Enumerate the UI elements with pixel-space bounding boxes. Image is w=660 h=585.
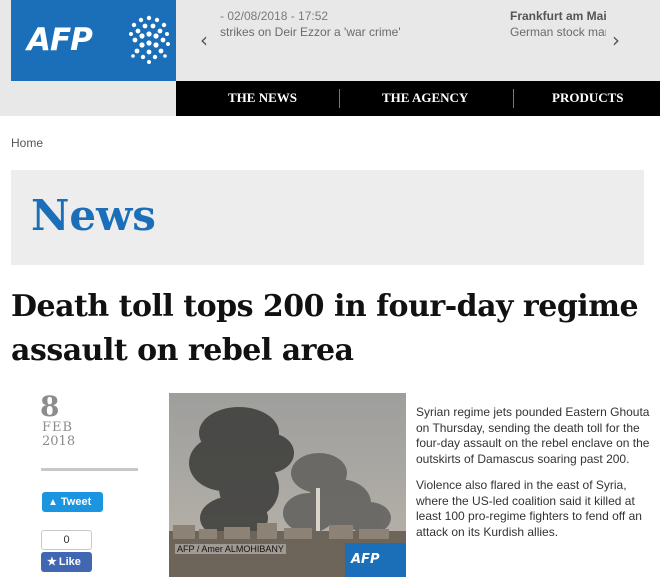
site-header: AFP ‹ - 02/08/2018 - 17:52 strikes on De… bbox=[0, 0, 660, 116]
article-photo[interactable]: AFP / Amer ALMOHIBANY AFP bbox=[169, 393, 406, 577]
nav-divider bbox=[339, 89, 340, 108]
ticker-item-text: German stock mar bbox=[510, 25, 606, 39]
thumbs-up-icon: ★ bbox=[47, 556, 57, 568]
photo-afp-logo: AFP bbox=[345, 543, 406, 577]
facebook-like-widget[interactable]: 0 ★ Like bbox=[41, 530, 92, 572]
nav-divider bbox=[513, 89, 514, 108]
article-paragraph: Syrian regime jets pounded Eastern Ghout… bbox=[416, 405, 650, 466]
article-headline: Death toll tops 200 in four-day regime a… bbox=[11, 289, 639, 368]
article-paragraph: Violence also flared in the east of Syri… bbox=[416, 478, 642, 539]
date-month: FEB bbox=[42, 420, 74, 435]
date-year: 2018 bbox=[42, 434, 76, 449]
date-divider bbox=[41, 468, 138, 471]
like-label: Like bbox=[58, 556, 81, 568]
tweet-label: Tweet bbox=[60, 496, 92, 508]
nav-item-the-agency[interactable]: THE AGENCY bbox=[382, 81, 468, 116]
afp-logo[interactable]: AFP bbox=[11, 0, 176, 81]
section-title: News bbox=[31, 191, 156, 240]
date-day: 8 bbox=[40, 390, 60, 423]
news-ticker: ‹ - 02/08/2018 - 17:52 strikes on Deir E… bbox=[176, 0, 636, 81]
ticker-item[interactable]: Frankfurt am Mai German stock mar bbox=[510, 8, 606, 40]
ticker-item-text: strikes on Deir Ezzor a 'war crime' bbox=[220, 25, 401, 39]
section-banner: News bbox=[11, 170, 644, 265]
twitter-bird-icon: ▲ bbox=[48, 497, 58, 508]
main-nav: THE NEWS THE AGENCY PRODUCTS bbox=[176, 81, 660, 116]
tweet-button[interactable]: ▲ Tweet bbox=[42, 492, 103, 512]
photo-logo-text: AFP bbox=[351, 552, 380, 567]
article-body: Syrian regime jets pounded Eastern Ghout… bbox=[416, 405, 651, 551]
chevron-left-icon[interactable]: ‹ bbox=[200, 28, 208, 52]
photo-credit: AFP / Amer ALMOHIBANY bbox=[175, 544, 286, 554]
chevron-right-icon[interactable]: › bbox=[612, 28, 620, 52]
afp-globe-icon bbox=[129, 15, 170, 64]
logo-text: AFP bbox=[27, 22, 93, 58]
ticker-item-date: - 02/08/2018 - 17:52 bbox=[220, 9, 329, 23]
breadcrumb-home[interactable]: Home bbox=[11, 136, 43, 150]
nav-item-products[interactable]: PRODUCTS bbox=[552, 81, 624, 116]
like-button[interactable]: ★ Like bbox=[41, 552, 92, 572]
nav-item-the-news[interactable]: THE NEWS bbox=[228, 81, 297, 116]
like-count: 0 bbox=[41, 530, 92, 550]
ticker-item[interactable]: - 02/08/2018 - 17:52 strikes on Deir Ezz… bbox=[220, 8, 420, 40]
ticker-item-date: Frankfurt am Mai bbox=[510, 9, 606, 23]
